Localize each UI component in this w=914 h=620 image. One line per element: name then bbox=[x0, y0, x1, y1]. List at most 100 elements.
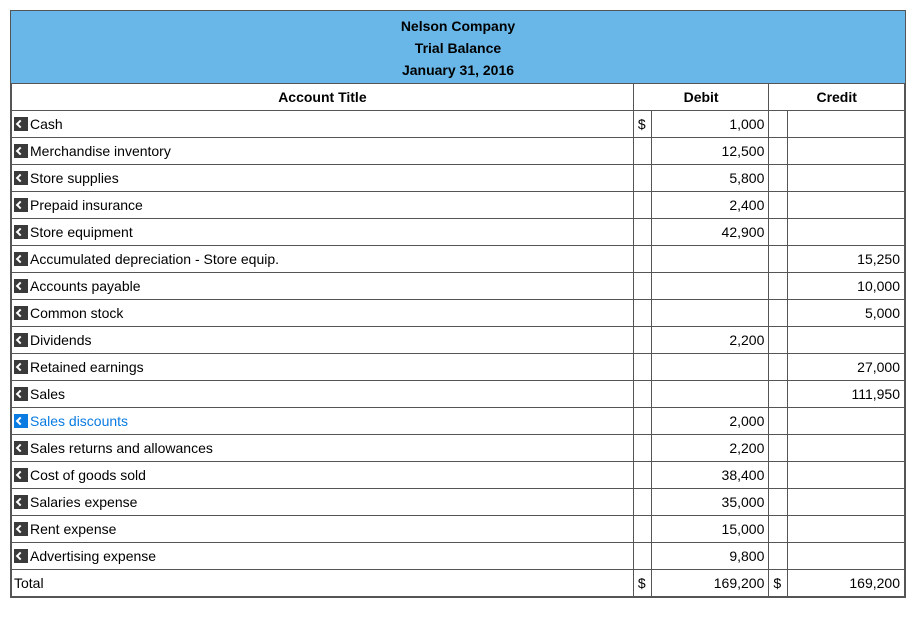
account-name: Accumulated depreciation - Store equip. bbox=[30, 251, 279, 267]
debit-sym bbox=[633, 219, 651, 246]
report-title: Trial Balance bbox=[11, 37, 905, 59]
total-credit: 169,200 bbox=[787, 570, 904, 597]
credit-sym bbox=[769, 165, 787, 192]
credit-amount: 27,000 bbox=[787, 354, 904, 381]
credit-amount bbox=[787, 192, 904, 219]
table-row: Accounts payable10,000 bbox=[12, 273, 905, 300]
arrow-left-icon[interactable] bbox=[14, 495, 28, 509]
arrow-left-icon[interactable] bbox=[14, 441, 28, 455]
credit-amount bbox=[787, 462, 904, 489]
account-cell[interactable]: Retained earnings bbox=[12, 354, 634, 381]
account-cell[interactable]: Store supplies bbox=[12, 165, 634, 192]
debit-amount: 42,900 bbox=[652, 219, 769, 246]
account-cell[interactable]: Prepaid insurance bbox=[12, 192, 634, 219]
table-row: Retained earnings 27,000 bbox=[12, 354, 905, 381]
table-row: Salaries expense35,000 bbox=[12, 489, 905, 516]
account-cell[interactable]: Store equipment bbox=[12, 219, 634, 246]
total-debit: 169,200 bbox=[652, 570, 769, 597]
credit-amount: 15,250 bbox=[787, 246, 904, 273]
credit-sym bbox=[769, 300, 787, 327]
debit-amount: 2,400 bbox=[652, 192, 769, 219]
account-name: Store supplies bbox=[30, 170, 119, 186]
col-header-title: Account Title bbox=[12, 84, 634, 111]
account-cell[interactable]: Dividends bbox=[12, 327, 634, 354]
credit-amount bbox=[787, 219, 904, 246]
arrow-left-icon[interactable] bbox=[14, 468, 28, 482]
credit-amount bbox=[787, 165, 904, 192]
account-cell[interactable]: Sales returns and allowances bbox=[12, 435, 634, 462]
debit-amount bbox=[652, 300, 769, 327]
account-cell[interactable]: Sales bbox=[12, 381, 634, 408]
account-cell[interactable]: Cash bbox=[12, 111, 634, 138]
arrow-left-icon[interactable] bbox=[14, 252, 28, 266]
debit-amount bbox=[652, 273, 769, 300]
credit-amount: 111,950 bbox=[787, 381, 904, 408]
account-cell[interactable]: Advertising expense bbox=[12, 543, 634, 570]
debit-sym bbox=[633, 462, 651, 489]
table-row: Sales 111,950 bbox=[12, 381, 905, 408]
debit-sym bbox=[633, 354, 651, 381]
credit-sym bbox=[769, 516, 787, 543]
account-cell[interactable]: Sales discounts bbox=[12, 408, 634, 435]
debit-amount: 12,500 bbox=[652, 138, 769, 165]
arrow-left-icon[interactable] bbox=[14, 171, 28, 185]
credit-sym bbox=[769, 489, 787, 516]
debit-sym bbox=[633, 300, 651, 327]
report-header: Nelson Company Trial Balance January 31,… bbox=[11, 11, 905, 83]
trial-balance-table: Account Title Debit Credit Cash$1,000Mer… bbox=[11, 83, 905, 597]
arrow-left-icon[interactable] bbox=[14, 117, 28, 131]
debit-sym bbox=[633, 489, 651, 516]
table-row: Advertising expense9,800 bbox=[12, 543, 905, 570]
debit-amount: 38,400 bbox=[652, 462, 769, 489]
credit-amount bbox=[787, 516, 904, 543]
table-row: Common stock5,000 bbox=[12, 300, 905, 327]
account-cell[interactable]: Salaries expense bbox=[12, 489, 634, 516]
account-name: Store equipment bbox=[30, 224, 133, 240]
arrow-left-icon[interactable] bbox=[14, 414, 28, 428]
account-cell[interactable]: Accumulated depreciation - Store equip. bbox=[12, 246, 634, 273]
debit-sym bbox=[633, 246, 651, 273]
account-name: Rent expense bbox=[30, 521, 116, 537]
debit-amount bbox=[652, 246, 769, 273]
account-cell[interactable]: Merchandise inventory bbox=[12, 138, 634, 165]
report-date: January 31, 2016 bbox=[11, 59, 905, 81]
table-row: Store supplies5,800 bbox=[12, 165, 905, 192]
credit-sym bbox=[769, 246, 787, 273]
account-name: Dividends bbox=[30, 332, 91, 348]
debit-sym bbox=[633, 543, 651, 570]
account-cell[interactable]: Common stock bbox=[12, 300, 634, 327]
account-name: Cost of goods sold bbox=[30, 467, 146, 483]
arrow-left-icon[interactable] bbox=[14, 144, 28, 158]
table-row: Accumulated depreciation - Store equip. 1… bbox=[12, 246, 905, 273]
arrow-left-icon[interactable] bbox=[14, 306, 28, 320]
credit-sym bbox=[769, 192, 787, 219]
account-name: Retained earnings bbox=[30, 359, 144, 375]
arrow-left-icon[interactable] bbox=[14, 360, 28, 374]
credit-sym bbox=[769, 111, 787, 138]
credit-sym bbox=[769, 138, 787, 165]
arrow-left-icon[interactable] bbox=[14, 225, 28, 239]
table-row: Cost of goods sold 38,400 bbox=[12, 462, 905, 489]
credit-amount bbox=[787, 327, 904, 354]
debit-sym bbox=[633, 327, 651, 354]
arrow-left-icon[interactable] bbox=[14, 549, 28, 563]
account-cell[interactable]: Rent expense bbox=[12, 516, 634, 543]
account-cell[interactable]: Accounts payable bbox=[12, 273, 634, 300]
table-row: Store equipment 42,900 bbox=[12, 219, 905, 246]
arrow-left-icon[interactable] bbox=[14, 387, 28, 401]
company-name: Nelson Company bbox=[11, 15, 905, 37]
credit-sym bbox=[769, 435, 787, 462]
arrow-left-icon[interactable] bbox=[14, 198, 28, 212]
arrow-left-icon[interactable] bbox=[14, 333, 28, 347]
debit-sym bbox=[633, 138, 651, 165]
account-name: Sales bbox=[30, 386, 65, 402]
arrow-left-icon[interactable] bbox=[14, 279, 28, 293]
table-row: Cash$1,000 bbox=[12, 111, 905, 138]
table-row: Dividends2,200 bbox=[12, 327, 905, 354]
table-row: Sales discounts2,000 bbox=[12, 408, 905, 435]
account-cell[interactable]: Cost of goods sold bbox=[12, 462, 634, 489]
account-name: Salaries expense bbox=[30, 494, 137, 510]
debit-sym bbox=[633, 165, 651, 192]
debit-sym bbox=[633, 381, 651, 408]
arrow-left-icon[interactable] bbox=[14, 522, 28, 536]
